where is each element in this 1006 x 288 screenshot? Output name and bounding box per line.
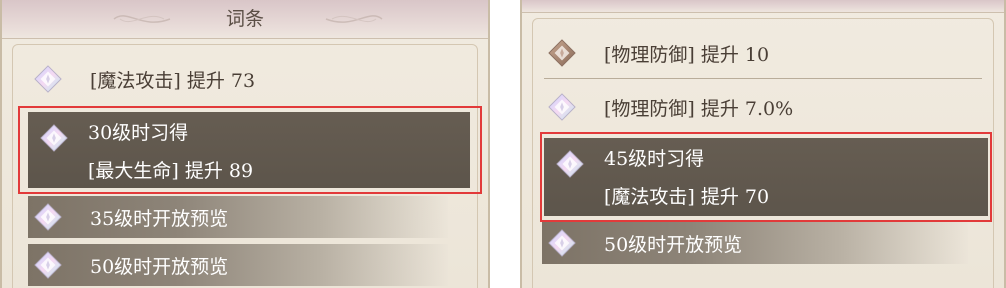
diamond-gem-icon: [34, 118, 74, 158]
header-ornament-icon: [325, 15, 383, 23]
panel-header: [522, 0, 1004, 13]
diamond-gem-icon: [542, 93, 582, 121]
trait-label: [最大生命] 提升 89: [88, 160, 254, 182]
trait-row[interactable]: [物理防御] 提升 7.0%: [542, 86, 793, 128]
diamond-gem-icon: [542, 229, 582, 257]
preview-label: 35级时开放预览: [90, 207, 229, 230]
trait-label: [物理防御] 提升 10: [604, 43, 770, 66]
preview-label: 50级时开放预览: [604, 233, 743, 256]
preview-label: 50级时开放预览: [90, 255, 229, 278]
unlock-level-label: 30级时习得: [88, 122, 189, 144]
diamond-gem-icon: [28, 203, 68, 231]
panel-title: 词条: [225, 8, 264, 30]
unlock-level-label: 45级时习得: [604, 148, 705, 170]
diamond-gem-icon: [28, 251, 68, 279]
preview-row[interactable]: 35级时开放预览: [28, 196, 448, 238]
diamond-gem-bronze-icon: [542, 39, 582, 67]
trait-label: [魔法攻击] 提升 73: [90, 69, 256, 92]
unlocked-trait-block[interactable]: 30级时习得 [最大生命] 提升 89: [28, 112, 470, 188]
preview-row[interactable]: 50级时开放预览: [28, 244, 448, 286]
panel-header: 词条: [2, 0, 488, 39]
divider: [544, 78, 982, 79]
diamond-gem-icon: [550, 144, 590, 184]
traits-panel-left: 词条 [魔法攻击] 提升 73 30级时习得 [最大生命] 提升 89 35级时…: [0, 0, 490, 288]
trait-label: [物理防御] 提升 7.0%: [604, 97, 794, 120]
trait-row[interactable]: [魔法攻击] 提升 73: [28, 58, 255, 100]
trait-label: [魔法攻击] 提升 70: [604, 186, 770, 208]
traits-panel-right: [物理防御] 提升 10 [物理防御] 提升 7.0% 45级时习得 [魔法攻击…: [520, 0, 1006, 288]
trait-row[interactable]: [物理防御] 提升 10: [542, 32, 769, 74]
preview-row[interactable]: 50级时开放预览: [542, 222, 968, 264]
diamond-gem-icon: [28, 65, 68, 93]
unlocked-trait-block[interactable]: 45级时习得 [魔法攻击] 提升 70: [544, 138, 988, 216]
